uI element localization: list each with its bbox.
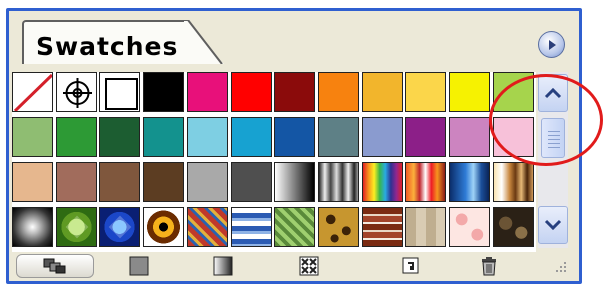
swatch-white[interactable] (99, 72, 140, 112)
pattern-swatch[interactable] (274, 207, 315, 247)
gradient-swatch[interactable] (449, 162, 490, 202)
pattern-swatch-icon (299, 256, 319, 276)
panel-menu-button[interactable] (538, 31, 565, 58)
chevron-down-icon (544, 219, 562, 231)
color-swatch[interactable] (318, 117, 359, 157)
pattern-swatch[interactable] (231, 207, 272, 247)
trash-icon (482, 257, 496, 276)
color-swatch[interactable] (56, 117, 97, 157)
color-swatch[interactable] (231, 72, 272, 112)
color-swatch[interactable] (318, 72, 359, 112)
pattern-swatch[interactable] (143, 207, 184, 247)
color-swatch-icon (129, 256, 149, 276)
gradient-swatch-icon (213, 256, 233, 276)
pattern-swatch[interactable] (99, 207, 140, 247)
new-swatch-button[interactable] (396, 254, 426, 278)
show-pattern-swatches-button[interactable] (294, 254, 324, 278)
color-swatch[interactable] (187, 117, 228, 157)
swatch-registration[interactable] (56, 72, 97, 112)
tab-edge (184, 20, 224, 64)
color-swatch[interactable] (231, 117, 272, 157)
gradient-swatch[interactable] (405, 162, 446, 202)
none-slash-icon (13, 73, 52, 111)
pattern-swatch[interactable] (12, 207, 53, 247)
swatch-kinds-icon (43, 258, 66, 274)
pattern-swatch[interactable] (405, 207, 446, 247)
pattern-swatch[interactable] (318, 207, 359, 247)
color-swatch[interactable] (12, 162, 53, 202)
color-swatch[interactable] (274, 72, 315, 112)
color-swatch[interactable] (187, 162, 228, 202)
new-swatch-icon (402, 257, 419, 274)
color-swatch[interactable] (143, 162, 184, 202)
color-swatch[interactable] (231, 162, 272, 202)
scroll-down-button[interactable] (538, 206, 568, 244)
color-swatch[interactable] (449, 117, 490, 157)
show-color-swatches-button[interactable] (124, 254, 154, 278)
color-swatch[interactable] (99, 162, 140, 202)
color-swatch[interactable] (143, 117, 184, 157)
color-swatch[interactable] (99, 117, 140, 157)
show-gradient-swatches-button[interactable] (208, 254, 238, 278)
color-swatch[interactable] (405, 117, 446, 157)
gradient-swatch[interactable] (493, 162, 534, 202)
color-swatch[interactable] (362, 117, 403, 157)
pattern-swatch[interactable] (449, 207, 490, 247)
gradient-swatch[interactable] (362, 162, 403, 202)
color-swatch[interactable] (187, 72, 228, 112)
swatches-tab-label: Swatches (36, 32, 179, 61)
delete-swatch-button[interactable] (474, 254, 504, 278)
highlight-circle (489, 74, 603, 166)
bottom-toolbar (12, 252, 568, 280)
pattern-swatch[interactable] (56, 207, 97, 247)
resize-grip-icon[interactable] (552, 258, 568, 276)
pattern-swatch[interactable] (493, 207, 534, 247)
color-swatch[interactable] (449, 72, 490, 112)
gradient-swatch[interactable] (318, 162, 359, 202)
pattern-swatch[interactable] (187, 207, 228, 247)
swatch-grid (12, 72, 536, 252)
pattern-swatch[interactable] (362, 207, 403, 247)
color-swatch[interactable] (56, 162, 97, 202)
color-swatch[interactable] (362, 72, 403, 112)
play-arrow-icon (548, 39, 556, 50)
swatch-none[interactable] (12, 72, 53, 112)
color-swatch[interactable] (12, 117, 53, 157)
show-swatch-kinds-button[interactable] (16, 254, 94, 278)
gradient-swatch[interactable] (274, 162, 315, 202)
color-swatch[interactable] (405, 72, 446, 112)
color-swatch[interactable] (274, 117, 315, 157)
color-swatch[interactable] (143, 72, 184, 112)
registration-mark-icon (63, 78, 92, 108)
